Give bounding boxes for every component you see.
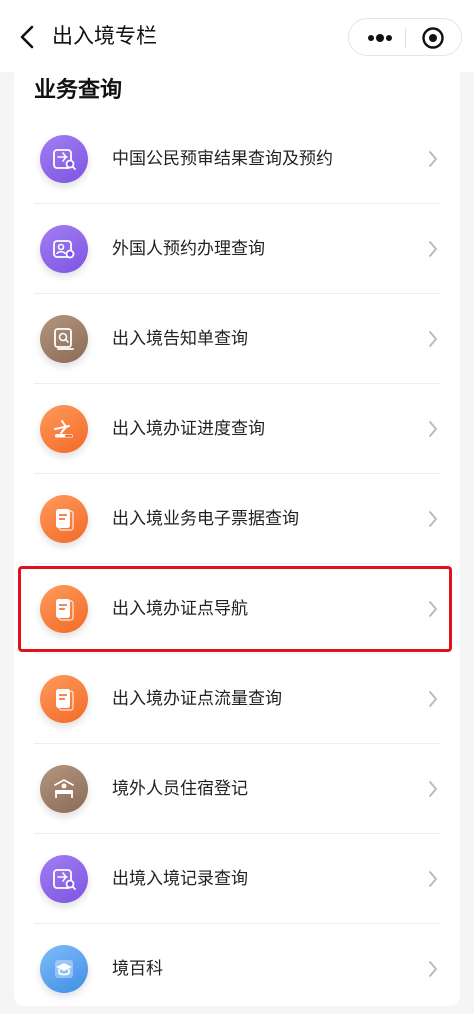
list-item-label: 境外人员住宿登记 <box>112 779 248 799</box>
list-item-label: 出入境业务电子票据查询 <box>112 509 299 529</box>
notice-search-icon <box>40 315 88 363</box>
list-item-label: 出入境告知单查询 <box>112 329 248 349</box>
chevron-right-icon <box>429 151 437 167</box>
chevron-right-icon <box>429 331 437 347</box>
document-flow-icon <box>40 675 88 723</box>
page-title: 出入境专栏 <box>52 24 157 48</box>
grad-cap-icon <box>40 945 88 993</box>
list-item[interactable]: 中国公民预审结果查询及预约 <box>14 114 460 204</box>
more-dots-icon[interactable] <box>365 28 395 48</box>
list-item-label: 出入境办证点导航 <box>112 599 248 619</box>
receipt-icon <box>40 495 88 543</box>
chevron-right-icon <box>429 241 437 257</box>
chevron-right-icon <box>429 691 437 707</box>
plane-progress-icon <box>40 405 88 453</box>
business-query-card: 业务查询 中国公民预审结果查询及预约 外国人预约办理查询 出入境告知单查询 出入… <box>14 66 460 1006</box>
chevron-right-icon <box>429 961 437 977</box>
list-item-label: 境百科 <box>112 959 163 979</box>
list-item-label: 出入境办证点流量查询 <box>112 689 282 709</box>
list-item[interactable]: 出入境办证进度查询 <box>14 384 460 474</box>
plane-search-icon <box>40 135 88 183</box>
navigation-bar: 出入境专栏 <box>0 0 474 72</box>
list-item[interactable]: 外国人预约办理查询 <box>14 204 460 294</box>
list-item-label: 外国人预约办理查询 <box>112 239 265 259</box>
list-item[interactable]: 境外人员住宿登记 <box>14 744 460 834</box>
list-item[interactable]: 出入境告知单查询 <box>14 294 460 384</box>
list-item[interactable]: 出入境办证点流量查询 <box>14 654 460 744</box>
list-item-label: 出境入境记录查询 <box>112 869 248 889</box>
list-item-label: 出入境办证进度查询 <box>112 419 265 439</box>
list-item-label: 中国公民预审结果查询及预约 <box>112 149 333 169</box>
chevron-right-icon <box>429 601 437 617</box>
target-circle-icon[interactable] <box>421 26 445 50</box>
chevron-left-icon[interactable] <box>14 22 40 52</box>
chevron-right-icon <box>429 421 437 437</box>
chevron-right-icon <box>429 781 437 797</box>
chevron-right-icon <box>429 871 437 887</box>
bed-person-icon <box>40 765 88 813</box>
mini-program-capsule <box>348 18 462 56</box>
list-item[interactable]: 出境入境记录查询 <box>14 834 460 924</box>
list-item[interactable]: 境百科 <box>14 924 460 1014</box>
list-item[interactable]: 出入境业务电子票据查询 <box>14 474 460 564</box>
plane-record-icon <box>40 855 88 903</box>
section-title: 业务查询 <box>34 78 123 103</box>
list-item[interactable]: 出入境办证点导航 <box>14 564 460 654</box>
capsule-divider <box>405 28 406 48</box>
chevron-right-icon <box>429 511 437 527</box>
document-nav-icon <box>40 585 88 633</box>
id-card-icon <box>40 225 88 273</box>
